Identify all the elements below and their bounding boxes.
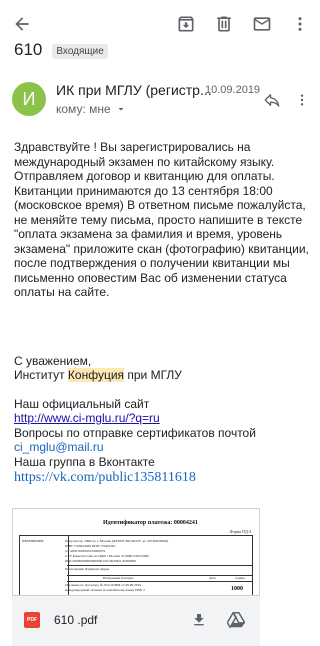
highlighted-word: Конфуция — [67, 368, 125, 382]
download-button[interactable] — [188, 609, 210, 631]
attachment-bar[interactable]: PDF 610 .pdf — [12, 596, 260, 646]
doc-line: ИНН 7704024466 КПП 770401001 — [65, 544, 116, 548]
more-options-button[interactable] — [284, 8, 316, 40]
vk-link[interactable]: https://vk.com/public135811618 — [14, 470, 196, 485]
sender-name[interactable]: ИК при МГЛУ (регистр... — [56, 82, 212, 98]
doc-column-header: Сумма — [235, 576, 245, 580]
delete-icon — [217, 16, 231, 32]
doc-amount: 1000 — [231, 586, 243, 592]
site-link[interactable]: http://www.ci-mglu.ru/?q=ru — [14, 411, 160, 425]
doc-line: в ГУ Банка России по ЦФО г.Москва 35 БИК… — [65, 554, 150, 558]
cert-label: Вопросы по отправке сертификатов почтой — [14, 425, 256, 440]
institute-text-end: при МГЛУ — [124, 368, 182, 382]
doc-line: Плательщик: Баринова Дарья — [65, 567, 110, 571]
doc-column-header: Назначение платежа — [103, 576, 134, 580]
subject-text: 610 — [14, 42, 43, 59]
regards-text: С уважением, — [14, 353, 92, 368]
body-paragraph: Здравствуйте ! Вы зарегистрировались на … — [14, 140, 309, 299]
doc-divider — [67, 565, 253, 566]
chevron-down-icon — [118, 108, 124, 111]
download-icon — [194, 614, 204, 626]
vk-label: Наша группа в Вконтакте — [14, 454, 155, 469]
doc-divider — [67, 575, 253, 576]
attachment-preview[interactable]: Идентификатор платежа: 00004241 Форма ПД… — [12, 508, 260, 596]
inbox-label[interactable]: Входящие — [52, 43, 108, 59]
arrow-back-icon — [15, 17, 29, 31]
institute-line: Институт Конфуция при МГЛУ — [14, 368, 314, 383]
doc-title: Идентификатор платежа: 00004241 — [103, 520, 198, 526]
doc-line: Обучение по Договору № 610/19/ИМ от 09.0… — [65, 583, 144, 587]
mark-unread-button[interactable] — [246, 8, 278, 40]
doc-left-label: ИЗВЕЩЕНИЕ — [22, 539, 44, 543]
sender-header: И ИК при МГЛУ (регистр... 10.09.2019 ком… — [0, 78, 320, 122]
archive-button[interactable] — [170, 8, 202, 40]
email-subject: 610 Входящие — [14, 42, 108, 60]
doc-line: КБК 00000000000000000130 ОКТМО 45383000 — [65, 559, 136, 563]
recipient-details[interactable]: кому: мне — [56, 102, 127, 116]
more-vert-icon — [300, 94, 304, 106]
doc-line: Получатель: УФК по г. Москве (ФГБОУ ВО М… — [65, 539, 169, 543]
doc-column-header: Дата — [209, 576, 216, 580]
more-vert-icon — [298, 17, 302, 31]
cert-email-link[interactable]: ci_mglu@mail.ru — [14, 440, 104, 454]
drive-icon — [227, 612, 245, 628]
message-more-button[interactable] — [292, 88, 312, 112]
recipient-text: кому: мне — [56, 102, 111, 116]
save-to-drive-button[interactable] — [224, 609, 248, 631]
reply-icon — [264, 94, 280, 107]
avatar[interactable]: И — [12, 82, 46, 116]
reply-button[interactable] — [260, 88, 284, 112]
delete-button[interactable] — [208, 8, 240, 40]
email-date: 10.09.2019 — [205, 84, 261, 96]
doc-line: р/с 40501810845252000079 — [65, 549, 106, 553]
attachment-file-name: 610 .pdf — [54, 613, 98, 627]
back-button[interactable] — [6, 8, 38, 40]
archive-icon — [178, 16, 194, 32]
message-body: Здравствуйте ! Вы зарегистрировались на … — [14, 140, 314, 487]
mail-icon — [253, 17, 271, 31]
site-label: Наш официальный сайт — [14, 396, 150, 411]
doc-form: Форма ПД-4 — [229, 529, 251, 534]
doc-line: международный экзамен по китайскому язык… — [65, 588, 145, 592]
institute-text: Институт — [14, 368, 68, 382]
pdf-icon: PDF — [24, 612, 40, 628]
doc-divider — [67, 581, 253, 582]
